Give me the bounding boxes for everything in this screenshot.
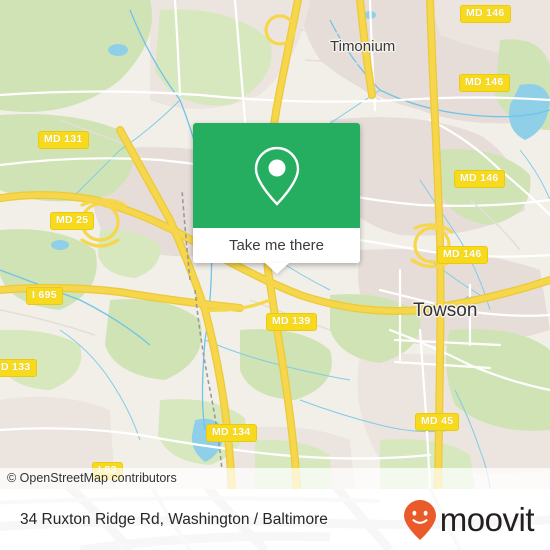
road-shield-md146-c[interactable]: MD 146 — [454, 170, 505, 188]
map-viewport[interactable]: .forest { fill:#cfe3b4; } .forest2 { fil… — [0, 0, 550, 489]
take-me-there-label: Take me there — [228, 237, 325, 254]
road-shield-md134[interactable]: MD 134 — [206, 424, 257, 442]
map-attribution[interactable]: © OpenStreetMap contributors — [0, 468, 550, 489]
location-address-label: 34 Ruxton Ridge Rd, Washington / Baltimo… — [20, 510, 328, 528]
callout-header — [193, 123, 360, 228]
callout-pointer-tail — [264, 263, 289, 274]
location-callout-card[interactable]: Take me there — [193, 123, 360, 274]
road-shield-md146-b[interactable]: MD 146 — [459, 74, 510, 92]
place-label-timonium: Timonium — [330, 38, 396, 55]
moovit-wordmark: moovit — [439, 501, 535, 538]
map-screenshot-root: .forest { fill:#cfe3b4; } .forest2 { fil… — [0, 0, 550, 550]
moovit-brand-logo: moovit — [403, 499, 535, 541]
take-me-there-button[interactable]: Take me there — [193, 228, 360, 263]
road-shield-md146-d[interactable]: MD 146 — [437, 246, 488, 264]
road-shield-md133[interactable]: MD 133 — [0, 359, 37, 377]
road-shield-md139[interactable]: MD 139 — [266, 313, 317, 331]
road-shield-md25[interactable]: MD 25 — [50, 212, 95, 230]
place-label-towson: Towson — [413, 300, 478, 321]
footer-bar: 34 Ruxton Ridge Rd, Washington / Baltimo… — [0, 489, 550, 550]
map-pin-icon — [254, 146, 299, 206]
road-shield-md131[interactable]: MD 131 — [38, 131, 89, 149]
road-shield-i695[interactable]: I 695 — [26, 287, 63, 305]
road-shield-md45[interactable]: MD 45 — [415, 413, 460, 431]
moovit-smiley-pin-icon — [403, 499, 436, 540]
road-shield-md146-a[interactable]: MD 146 — [460, 5, 511, 23]
